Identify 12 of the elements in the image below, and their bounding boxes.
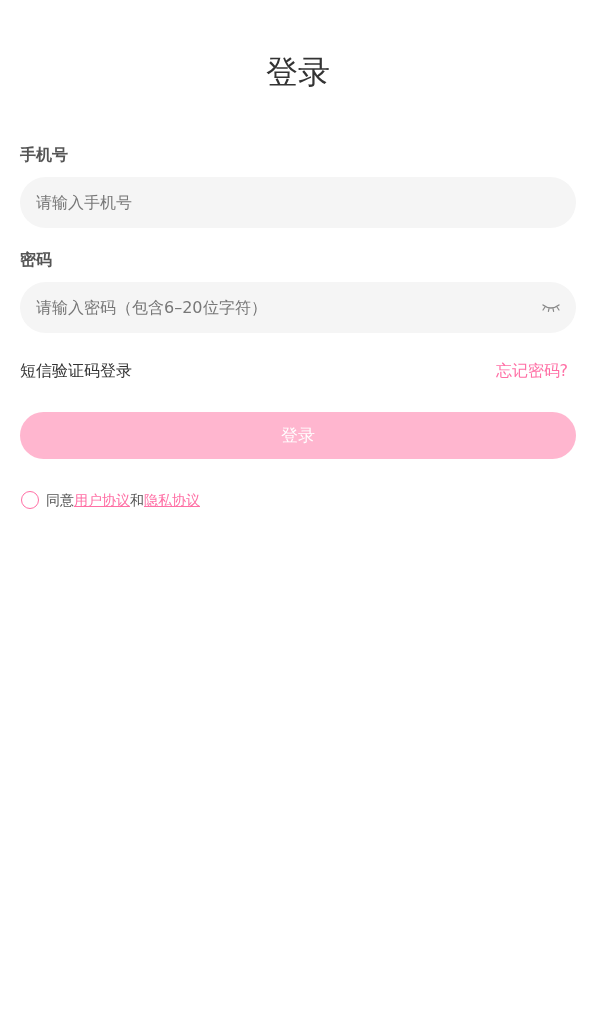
agreement-text: 同意用户协议和隐私协议 <box>46 491 200 510</box>
phone-input-field[interactable]: 请输入手机号 <box>20 177 576 228</box>
phone-label: 手机号 <box>20 144 68 166</box>
agreement-checkbox[interactable] <box>21 491 39 509</box>
sms-login-link[interactable]: 短信验证码登录 <box>20 360 132 382</box>
forgot-password-link[interactable]: 忘记密码? <box>495 360 568 382</box>
password-label: 密码 <box>20 249 52 271</box>
password-input-field[interactable]: 请输入密码（包含6–20位字符） <box>20 282 576 333</box>
page-title: 登录 <box>266 52 330 92</box>
agreement-link[interactable]: 隐私协议 <box>144 492 200 508</box>
agreement-link[interactable]: 用户协议 <box>74 492 130 508</box>
closed-eye-icon[interactable] <box>542 303 560 312</box>
